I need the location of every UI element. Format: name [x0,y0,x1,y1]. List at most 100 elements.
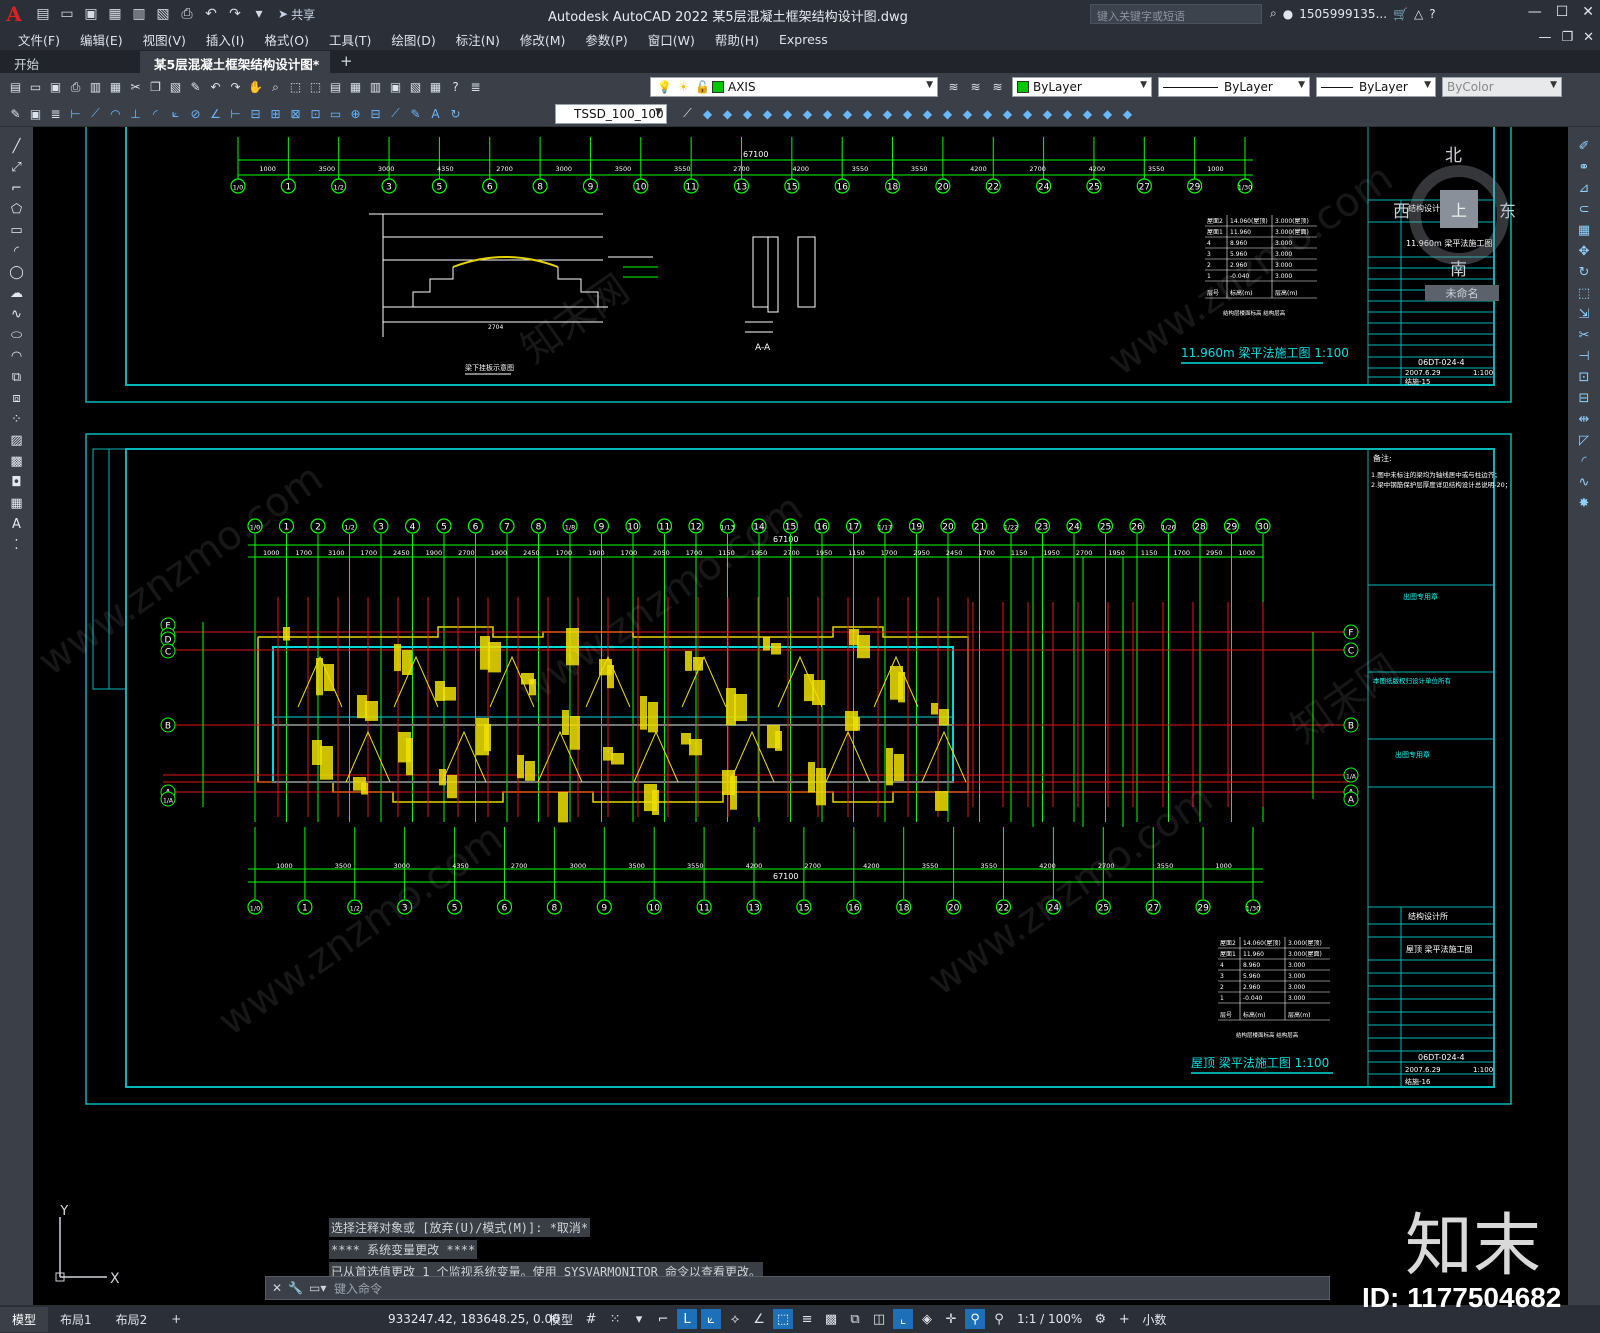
jogged-linear-icon[interactable]: ⟋ [386,104,405,123]
tssd-tool-7-icon[interactable]: ◆ [818,104,837,123]
selection-cycling-icon[interactable]: ⧉ [845,1309,865,1329]
annotation-monitor-icon[interactable]: + [1114,1309,1134,1329]
minimize-icon[interactable]: — [1528,4,1542,20]
copy-icon[interactable]: ❐ [146,78,165,97]
ortho-icon[interactable]: L [677,1309,698,1329]
tssd-tool-8-icon[interactable]: ◆ [838,104,857,123]
zoom-realtime-icon[interactable]: ⌕ [266,78,285,97]
point-icon[interactable]: ⁘ [7,410,27,428]
tool-palettes-icon[interactable]: ▥ [366,78,385,97]
ellipse-arc-icon[interactable]: ◠ [7,347,27,365]
viewcube[interactable]: 北 南 东 西 上 未命名 [1393,137,1525,301]
dim-jogged-icon[interactable]: ⟀ [166,104,185,123]
customize-command-icon[interactable]: 🔧 [288,1281,303,1295]
tssd-tool-20-icon[interactable]: ◆ [1078,104,1097,123]
erase-icon[interactable]: ✐ [1574,137,1594,155]
autocad-logo-icon[interactable]: A [0,0,28,28]
tab-start[interactable]: 开始 [0,51,140,73]
selection-filter-icon[interactable]: ◈ [917,1309,937,1329]
doc-close-icon[interactable]: ✕ [1583,30,1594,45]
markup-icon[interactable]: ▧ [406,78,425,97]
mtext-icon[interactable]: A [7,515,27,533]
undo-icon[interactable]: ↶ [200,4,222,24]
dim-arc-icon[interactable]: ◠ [106,104,125,123]
tssd-tool-16-icon[interactable]: ◆ [998,104,1017,123]
menu-express[interactable]: Express [779,32,828,47]
search-icon[interactable]: ⌕ [1270,6,1277,21]
publish-icon[interactable]: ▦ [106,78,125,97]
menu-modify[interactable]: 修改(M) [520,30,566,49]
tssd-tool-4-icon[interactable]: ◆ [758,104,777,123]
polygon-icon[interactable]: ⬠ [7,200,27,218]
quick-dim-icon[interactable]: ⊢ [226,104,245,123]
tab-model[interactable]: 模型 [0,1306,49,1332]
stretch-icon[interactable]: ⇲ [1574,305,1594,323]
tssd-tool-18-icon[interactable]: ◆ [1038,104,1057,123]
tssd-tool-14-icon[interactable]: ◆ [958,104,977,123]
coordinates-readout[interactable]: 933247.42, 183648.25, 0.00 [388,1312,560,1326]
join-icon[interactable]: ⇹ [1574,410,1594,428]
menu-file[interactable]: 文件(F) [18,30,60,49]
tssd-tool-5-icon[interactable]: ◆ [778,104,797,123]
dim-linear-icon[interactable]: ⊢ [66,104,85,123]
dim-break-icon[interactable]: ⊡ [306,104,325,123]
ellipse-icon[interactable]: ⬭ [7,326,27,344]
open-file-icon[interactable]: ▭ [56,4,78,24]
rotate-icon[interactable]: ↻ [1574,263,1594,281]
tssd-tool-1-icon[interactable]: ◆ [698,104,717,123]
close-command-line-icon[interactable]: ✕ [272,1281,282,1295]
infer-constraints-icon[interactable]: ▾ [629,1309,649,1329]
layer-dropdown[interactable]: 💡 ☀ 🔓 AXIS ▼ [650,77,938,97]
region-icon[interactable]: ◘ [7,473,27,491]
wcs-menu[interactable]: 未命名 [1425,285,1499,301]
zoom-window-icon[interactable]: ⬚ [286,78,305,97]
lisp-icon[interactable]: ✎ [6,104,25,123]
maximize-icon[interactable]: ☐ [1556,4,1569,20]
dim-edit-icon[interactable]: ✎ [406,104,425,123]
menu-help[interactable]: 帮助(H) [715,30,759,49]
tssd-tool-19-icon[interactable]: ◆ [1058,104,1077,123]
dim-ordinate-icon[interactable]: ⊥ [126,104,145,123]
doc-minimize-icon[interactable]: — [1538,30,1551,45]
scale-icon[interactable]: ⬚ [1574,284,1594,302]
tab-layout2[interactable]: 布局2 [104,1307,160,1332]
plotstyle-dropdown[interactable]: ByColor ▼ [1442,77,1562,97]
tssd-tool-9-icon[interactable]: ◆ [858,104,877,123]
new-file-icon[interactable]: ▤ [32,4,54,24]
dim-radius-icon[interactable]: ◜ [146,104,165,123]
dimstyle-dropdown[interactable]: TSSD_100_100 ▼ [555,104,667,124]
preview-icon[interactable]: ▥ [86,78,105,97]
copy-object-icon[interactable]: ⚭ [1574,158,1594,176]
calculator-icon[interactable]: ▦ [426,78,445,97]
user-account[interactable]: ⌕ ● 1505999135... 🛒 △ ? [1270,6,1436,21]
layer-previous-icon[interactable]: ≋ [966,78,985,97]
new-icon[interactable]: ▤ [6,78,25,97]
grid-icon[interactable]: # [581,1309,601,1329]
command-line[interactable]: ✕ 🔧 ▭▾ 键入命令 [265,1276,1330,1300]
save-icon[interactable]: ▣ [80,4,102,24]
polar-tracking-icon[interactable]: ⟀ [701,1309,722,1329]
workspace-gear-icon[interactable]: ⚙ [1090,1309,1110,1329]
viewcube-top-face[interactable]: 上 [1440,190,1478,228]
menu-window[interactable]: 窗口(W) [648,30,695,49]
break-icon[interactable]: ⊟ [1574,389,1594,407]
properties-icon[interactable]: ▤ [326,78,345,97]
snap-icon[interactable]: ⁙ [605,1309,625,1329]
share-button[interactable]: ➤ 共享 [278,6,315,23]
tssd-tool-22-icon[interactable]: ◆ [1118,104,1137,123]
customize-dropdown-icon[interactable]: ▾ [248,4,270,24]
help-icon[interactable]: ? [1429,7,1435,21]
help-icon[interactable]: ? [446,78,465,97]
command-input[interactable]: 键入命令 [334,1280,382,1297]
menu-format[interactable]: 格式(O) [264,30,309,49]
sheet-set-icon[interactable]: ▣ [386,78,405,97]
tolerance-icon[interactable]: ▭ [326,104,345,123]
menu-tools[interactable]: 工具(T) [329,30,371,49]
zoom-previous-icon[interactable]: ⬚ [306,78,325,97]
transparency-icon[interactable]: ▩ [821,1309,841,1329]
tssd-tool-15-icon[interactable]: ◆ [978,104,997,123]
layer-icon[interactable]: ≣ [46,104,65,123]
color-dropdown[interactable]: ByLayer ▼ [1012,77,1152,97]
tssd-tool-6-icon[interactable]: ◆ [798,104,817,123]
match-properties-icon[interactable]: ✎ [186,78,205,97]
